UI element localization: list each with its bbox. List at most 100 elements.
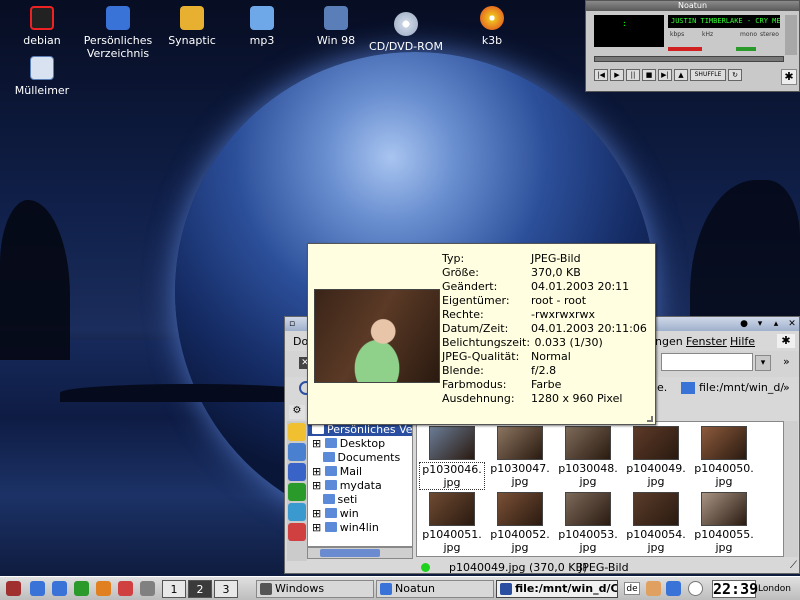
file-vscrollbar[interactable] (784, 421, 798, 557)
tooltip-key: Datum/Zeit: (442, 322, 509, 335)
noatun-player[interactable]: Noatun : JUSTIN TIMBERLAKE - CRY ME A R … (585, 0, 800, 92)
history-tab-icon[interactable] (288, 443, 306, 461)
konqueror-launcher-icon[interactable] (74, 581, 89, 596)
terminal-launcher-icon[interactable] (140, 581, 155, 596)
noatun-icon (380, 583, 392, 595)
tray-clock-icon[interactable] (688, 581, 703, 596)
debian-icon (30, 6, 54, 30)
toolbar-overflow-icon[interactable]: » (783, 355, 790, 368)
tree-item[interactable]: ⊞ Mail (312, 465, 362, 478)
desktop-icon-k3b[interactable]: k3b (452, 6, 532, 47)
sticky-icon[interactable]: ● (739, 319, 749, 329)
desktop-icon-trash[interactable]: Mülleimer (2, 56, 82, 97)
pager-desktop-2[interactable]: 2 (188, 580, 212, 598)
file-name: p1040052. jpg (487, 528, 553, 554)
file-item[interactable]: p1040051. jpg (419, 492, 485, 554)
task-noatun[interactable]: Noatun (376, 580, 494, 598)
folder-icon (322, 452, 335, 462)
maximize-icon[interactable]: ▴ (771, 319, 781, 329)
tree-hscrollbar[interactable] (307, 547, 413, 559)
keyboard-layout-indicator[interactable]: de (624, 582, 640, 595)
task-windows[interactable]: Windows (256, 580, 374, 598)
file-name-ext: jpg (647, 475, 665, 488)
menu-hilfe[interactable]: Hilfe (730, 335, 755, 348)
desktop-icon-debian[interactable]: debian (2, 6, 82, 47)
noatun-controls: |◀ ▶ || ■ ▶| ▲ SHUFFLE ↻ (594, 69, 742, 83)
tooltip-value: -rwxrwxrwx (531, 308, 596, 321)
close-icon[interactable]: ✕ (787, 319, 797, 329)
tree-item[interactable]: ⊞ win (312, 507, 359, 520)
resize-grip-icon[interactable]: ⟋ (790, 560, 797, 571)
file-item[interactable]: p1040054. jpg (623, 492, 689, 554)
file-thumbnail (565, 492, 611, 526)
noatun-titlebar[interactable]: Noatun (586, 1, 799, 11)
synaptic-launcher-icon[interactable] (118, 581, 133, 596)
pager-desktop-1[interactable]: 1 (162, 580, 186, 598)
eject-button[interactable]: ▲ (674, 69, 688, 81)
desktop-icon-synaptic[interactable]: Synaptic (152, 6, 232, 47)
tree-item[interactable]: Documents (312, 451, 400, 464)
tree-item[interactable]: ⊞ mydata (312, 479, 382, 492)
folder-icon (324, 466, 337, 476)
balance-bar[interactable] (736, 47, 756, 51)
file-item[interactable]: p1040050. jpg (691, 426, 757, 488)
file-item[interactable]: p1040053. jpg (555, 492, 621, 554)
play-button[interactable]: ▶ (610, 69, 624, 81)
tree-scroll-thumb[interactable] (320, 549, 380, 557)
sidebar-config-icon[interactable]: ⚙ (289, 405, 305, 419)
tooltip-row: Datum/Zeit: 04.01.2003 20:11:06 (442, 322, 647, 336)
shuffle-button[interactable]: SHUFFLE (690, 69, 726, 81)
pause-button[interactable]: || (626, 69, 640, 81)
locbar-overflow-icon[interactable]: » (783, 381, 790, 394)
show-desktop-icon[interactable] (30, 581, 45, 596)
window-menu-icon[interactable]: ▫ (287, 319, 297, 329)
volume-icon[interactable] (666, 581, 681, 596)
pager-desktop-3[interactable]: 3 (214, 580, 238, 598)
minimize-icon[interactable]: ▾ (755, 319, 765, 329)
trash-icon (30, 56, 54, 80)
task-konqueror[interactable]: file:/mnt/win_d/Cam (496, 580, 618, 598)
file-name: p1040049. jpg (623, 462, 689, 488)
desktop-icon-win98[interactable]: Win 98 (296, 6, 376, 47)
root-tab-icon[interactable] (288, 523, 306, 541)
klipper-icon[interactable] (646, 581, 661, 596)
desktop-icon-mp3[interactable]: mp3 (222, 6, 302, 47)
menu-einstellungen[interactable]: ngen (655, 335, 683, 348)
khz-label: kHz (702, 31, 714, 38)
tree-item[interactable]: seti (312, 493, 357, 506)
noatun-logo-icon[interactable]: ✱ (781, 69, 797, 85)
search-combo[interactable] (661, 353, 753, 371)
clock[interactable]: 22:39 (712, 580, 758, 598)
tree-item[interactable]: ⊞ Desktop (312, 437, 385, 450)
stop-button[interactable]: ■ (642, 69, 656, 81)
previous-button[interactable]: |◀ (594, 69, 608, 81)
kmail-launcher-icon[interactable] (96, 581, 111, 596)
combo-dropdown-icon[interactable]: ▾ (755, 355, 771, 371)
file-thumbnail (565, 426, 611, 460)
menu-fenster[interactable]: Fenster (686, 335, 727, 348)
file-item[interactable]: p1030048. jpg (555, 426, 621, 488)
file-item[interactable]: p1030047. jpg (487, 426, 553, 488)
desktop-icon-home[interactable]: Persönliches Verzeichnis (78, 6, 158, 60)
home-icon (312, 424, 324, 434)
tooltip-row: Rechte: -rwxrwxrwx (442, 308, 595, 322)
seek-slider[interactable] (594, 56, 784, 62)
volume-bar[interactable] (668, 47, 702, 51)
next-button[interactable]: ▶| (658, 69, 672, 81)
repeat-button[interactable]: ↻ (728, 69, 742, 81)
file-item[interactable]: p1040052. jpg (487, 492, 553, 554)
file-item[interactable]: p1030046. jpg (419, 426, 485, 490)
home-launcher-icon[interactable] (52, 581, 67, 596)
home-tab-icon[interactable] (288, 463, 306, 481)
menu-dokument[interactable]: Do (293, 335, 308, 348)
location-url[interactable]: file:/mnt/win_d/ (699, 381, 784, 394)
tree-item[interactable]: ⊞ win4lin (312, 521, 379, 534)
file-item[interactable]: p1040055. jpg (691, 492, 757, 554)
bookmarks-tab-icon[interactable] (288, 423, 306, 441)
network-tab-icon[interactable] (288, 503, 306, 521)
services-tab-icon[interactable] (288, 483, 306, 501)
desktop-icon-cdrom[interactable]: CD/DVD-ROM (366, 12, 446, 53)
file-item[interactable]: p1040049. jpg (623, 426, 689, 488)
k-menu-icon[interactable] (6, 581, 21, 596)
tooltip-value: 0.033 (1/30) (531, 336, 603, 349)
